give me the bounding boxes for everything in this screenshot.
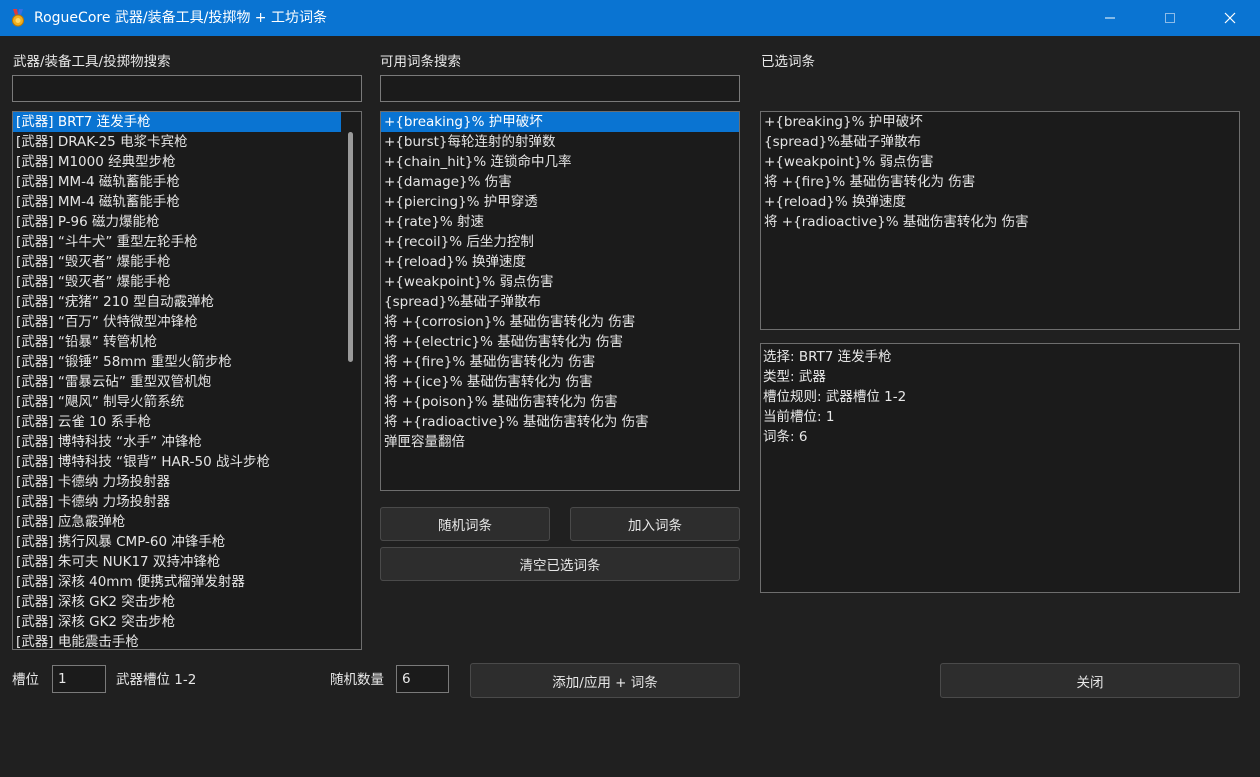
selected-affix-entry[interactable]: +{weakpoint}% 弱点伤害 [761,152,1239,172]
random-count-label: 随机数量 [330,672,384,688]
affix-list-entry[interactable]: 将 +{electric}% 基础伤害转化为 伤害 [381,332,739,352]
selected-affix-entry[interactable]: {spread}%基础子弹散布 [761,132,1239,152]
item-list-entry[interactable]: [武器] 应急霰弹枪 [13,512,341,532]
item-list-entry[interactable]: [武器] 朱可夫 NUK17 双持冲锋枪 [13,552,341,572]
affix-list-entry[interactable]: +{chain_hit}% 连锁命中几率 [381,152,739,172]
affix-list-entry[interactable]: {spread}%基础子弹散布 [381,292,739,312]
affix-list-entry[interactable]: 弹匣容量翻倍 [381,432,739,452]
affix-list-entry[interactable]: +{breaking}% 护甲破坏 [381,112,739,132]
item-list-entry[interactable]: [武器] “毁灭者” 爆能手枪 [13,252,341,272]
item-list-entry[interactable]: [武器] BRT7 连发手枪 [13,112,341,132]
selected-affix-entry[interactable]: +{reload}% 换弹速度 [761,192,1239,212]
item-list-entry[interactable]: [武器] “雷暴云砧” 重型双管机炮 [13,372,341,392]
apply-affixes-button[interactable]: 添加/应用 + 词条 [470,663,740,698]
slot-rule-text: 武器槽位 1-2 [116,672,197,688]
scrollbar-thumb[interactable] [348,132,353,362]
selected-affix-entry[interactable]: 将 +{fire}% 基础伤害转化为 伤害 [761,172,1239,192]
close-icon [1224,12,1236,24]
info-line: 类型: 武器 [763,369,826,385]
affix-list-entry[interactable]: 将 +{fire}% 基础伤害转化为 伤害 [381,352,739,372]
minimize-icon [1105,17,1115,19]
item-list-entry[interactable]: [武器] 云雀 10 系手枪 [13,412,341,432]
info-line: 词条: 6 [763,429,808,445]
affix-list-entry[interactable]: 将 +{poison}% 基础伤害转化为 伤害 [381,392,739,412]
affix-list-entry[interactable]: +{recoil}% 后坐力控制 [381,232,739,252]
item-list-entry[interactable]: [武器] 博特科技 “银背” HAR-50 战斗步枪 [13,452,341,472]
slot-input[interactable] [52,665,106,693]
info-line: 选择: BRT7 连发手枪 [763,349,892,365]
item-list-entry[interactable]: [武器] “毁灭者” 爆能手枪 [13,272,341,292]
item-list-entry[interactable]: [武器] “疣猪” 210 型自动霰弹枪 [13,292,341,312]
selected-affixes-label: 已选词条 [761,54,815,70]
selected-affix-list[interactable]: +{breaking}% 护甲破坏 {spread}%基础子弹散布 +{weakp… [760,111,1240,330]
maximize-button[interactable] [1140,0,1200,36]
item-list-entry[interactable]: [武器] MM-4 磁轨蓄能手枪 [13,192,341,212]
item-search-label: 武器/装备工具/投掷物搜索 [13,54,171,70]
item-list-entry[interactable]: [武器] 深核 40mm 便携式榴弹发射器 [13,572,341,592]
affix-list-entry[interactable]: +{burst}每轮连射的射弹数 [381,132,739,152]
item-list-entry[interactable]: [武器] “锻锤” 58mm 重型火箭步枪 [13,352,341,372]
item-list-entry[interactable]: [武器] 卡德纳 力场投射器 [13,472,341,492]
item-list-entry[interactable]: [武器] “铅暴” 转管机枪 [13,332,341,352]
minimize-button[interactable] [1080,0,1140,36]
affix-list-entry[interactable]: 将 +{ice}% 基础伤害转化为 伤害 [381,372,739,392]
affix-list-entry[interactable]: +{damage}% 伤害 [381,172,739,192]
selected-affix-entry[interactable]: +{breaking}% 护甲破坏 [761,112,1239,132]
affix-list-entry[interactable]: 将 +{radioactive}% 基础伤害转化为 伤害 [381,412,739,432]
item-list-entry[interactable]: [武器] P-96 磁力爆能枪 [13,212,341,232]
info-line: 当前槽位: 1 [763,409,835,425]
affix-list-entry[interactable]: +{piercing}% 护甲穿透 [381,192,739,212]
affix-list-entry[interactable]: +{weakpoint}% 弱点伤害 [381,272,739,292]
item-list-entry[interactable]: [武器] 电能震击手枪 [13,632,341,649]
item-list-entry[interactable]: [武器] M1000 经典型步枪 [13,152,341,172]
item-list-entry[interactable]: [武器] 深核 GK2 突击步枪 [13,612,341,632]
item-list[interactable]: [武器] BRT7 连发手枪 [武器] DRAK-25 电浆卡宾枪 [武器] M10… [12,111,362,650]
random-affix-button[interactable]: 随机词条 [380,507,550,541]
affix-list[interactable]: +{breaking}% 护甲破坏 +{burst}每轮连射的射弹数 +{chain… [380,111,740,491]
item-list-entry[interactable]: [武器] 携行风暴 CMP-60 冲锋手枪 [13,532,341,552]
affix-search-label: 可用词条搜索 [380,54,461,70]
item-list-entry[interactable]: [武器] DRAK-25 电浆卡宾枪 [13,132,341,152]
close-window-button[interactable] [1200,0,1260,36]
affix-list-entry[interactable]: 将 +{corrosion}% 基础伤害转化为 伤害 [381,312,739,332]
item-list-entry[interactable]: [武器] “百万” 伏特微型冲锋枪 [13,312,341,332]
item-list-entry[interactable]: [武器] 博特科技 “水手” 冲锋枪 [13,432,341,452]
item-list-entry[interactable]: [武器] 深核 GK2 突击步枪 [13,592,341,612]
item-list-entry[interactable]: [武器] 卡德纳 力场投射器 [13,492,341,512]
selection-info-panel: 选择: BRT7 连发手枪 类型: 武器槽位规则: 武器槽位 1-2 当前槽位: 1… [760,343,1240,593]
medal-icon [12,9,24,27]
window-title: RogueCore 武器/装备工具/投掷物 + 工坊词条 [34,10,327,26]
info-line: 槽位规则: 武器槽位 1-2 [763,389,907,405]
slot-label: 槽位 [12,672,39,688]
item-list-entry[interactable]: [武器] “斗牛犬” 重型左轮手枪 [13,232,341,252]
add-affix-button[interactable]: 加入词条 [570,507,740,541]
item-search-input[interactable] [12,75,362,102]
close-button[interactable]: 关闭 [940,663,1240,698]
item-list-scrollbar[interactable] [341,112,361,649]
affix-search-input[interactable] [380,75,740,102]
item-list-entry[interactable]: [武器] MM-4 磁轨蓄能手枪 [13,172,341,192]
item-list-entry[interactable]: [武器] “飓风” 制导火箭系统 [13,392,341,412]
affix-list-entry[interactable]: +{rate}% 射速 [381,212,739,232]
selected-affix-entry[interactable]: 将 +{radioactive}% 基础伤害转化为 伤害 [761,212,1239,232]
clear-selected-affixes-button[interactable]: 清空已选词条 [380,547,740,581]
maximize-icon [1165,13,1175,23]
random-count-input[interactable] [396,665,449,693]
affix-list-entry[interactable]: +{reload}% 换弹速度 [381,252,739,272]
title-bar: RogueCore 武器/装备工具/投掷物 + 工坊词条 [0,0,1260,36]
